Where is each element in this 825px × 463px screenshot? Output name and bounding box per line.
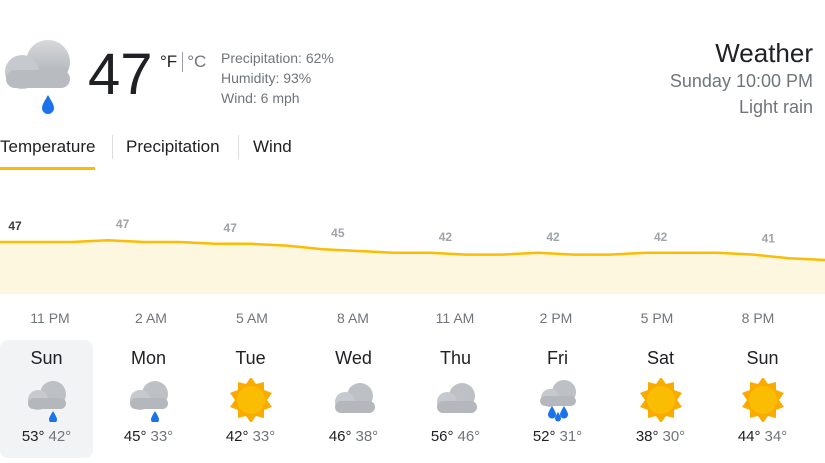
time-tick-label: 5 AM [236, 310, 268, 326]
current-datetime: Sunday 10:00 PM [669, 71, 813, 91]
day-name: Wed [335, 348, 372, 368]
tab-divider [238, 135, 239, 159]
day-high: 52° [532, 428, 556, 445]
cloud-icon [330, 378, 378, 422]
day-card[interactable]: Sun 53° 42° [0, 340, 93, 458]
rain-cloud-icon [0, 38, 74, 114]
precipitation-detail: Precipitation: 62% [221, 50, 334, 66]
day-temps: 38° 30° [614, 428, 707, 446]
sun-icon [227, 377, 275, 423]
time-axis: 11 PM 2 AM 5 AM 8 AM 11 AM 2 PM 5 PM 8 PM [0, 310, 825, 330]
unit-toggle: °F °C [160, 52, 206, 72]
wind-detail: Wind: 6 mph [221, 90, 300, 106]
day-card[interactable]: Tue 42° 33° [204, 340, 297, 458]
chart-data-label: 42 [439, 230, 453, 244]
tab-divider [112, 135, 113, 159]
day-high: 44° [737, 428, 761, 445]
day-high: 42° [225, 428, 249, 445]
day-high: 45° [123, 428, 147, 445]
day-temps: 42° 33° [204, 428, 297, 446]
day-card[interactable]: Wed 46° 38° [307, 340, 400, 458]
chart-data-label: 47 [116, 217, 130, 231]
tab-precipitation[interactable]: Precipitation [126, 133, 220, 167]
day-low: 30° [662, 428, 686, 445]
day-low: 33° [252, 428, 276, 445]
time-tick-label: 11 AM [435, 310, 475, 326]
day-temps: 53° 42° [0, 428, 93, 446]
day-temps: 56° 46° [409, 428, 502, 446]
day-name: Thu [439, 348, 472, 368]
day-high: 56° [430, 428, 454, 445]
day-low: 31° [559, 428, 583, 445]
time-tick-label: 8 AM [337, 310, 369, 326]
time-tick-label: 2 AM [135, 310, 167, 326]
chart-data-label: 47 [224, 221, 238, 235]
temperature-chart: 47 47 47 45 42 42 42 41 [0, 217, 825, 294]
tab-wind[interactable]: Wind [253, 133, 292, 167]
day-low: 38° [355, 428, 379, 445]
day-card[interactable]: Thu 56° 46° [409, 340, 502, 458]
day-card[interactable]: Mon 45° 33° [102, 340, 195, 458]
chart-data-label: 45 [331, 226, 345, 240]
day-name: Fri [547, 348, 568, 368]
time-tick-label: 5 PM [640, 310, 674, 326]
current-temperature: 47 [88, 42, 153, 107]
current-details: Precipitation: 62% Humidity: 93% Wind: 6… [221, 48, 334, 108]
day-high: 53° [21, 428, 45, 445]
chart-area [0, 240, 825, 294]
chart-data-label: 47 [8, 219, 22, 233]
day-low: 46° [457, 428, 481, 445]
day-low: 42° [48, 428, 72, 445]
time-tick-label: 8 PM [741, 310, 775, 326]
sun-icon [739, 377, 787, 423]
day-name: Tue [235, 348, 266, 368]
fahrenheit-toggle[interactable]: °F [160, 52, 184, 72]
weather-header: Weather Sunday 10:00 PM Light rain [670, 38, 813, 120]
day-temps: 44° 34° [716, 428, 809, 446]
day-high: 46° [328, 428, 352, 445]
time-tick-label: 2 PM [539, 310, 573, 326]
day-name: Mon [130, 348, 166, 368]
chart-data-label: 42 [654, 230, 668, 244]
chart-data-label: 42 [546, 230, 560, 244]
heavy-rain-cloud-icon [534, 378, 582, 422]
weather-title: Weather [715, 38, 813, 68]
celsius-toggle[interactable]: °C [183, 52, 206, 72]
sun-icon [637, 377, 685, 423]
current-conditions: 47 °F °C Precipitation: 62% Humidity: 93%… [0, 38, 420, 118]
day-card[interactable]: Fri 52° 31° [511, 340, 604, 458]
day-name: Sun [30, 348, 63, 368]
day-temps: 46° 38° [307, 428, 400, 446]
tab-temperature[interactable]: Temperature [0, 133, 96, 170]
day-low: 33° [150, 428, 174, 445]
day-temps: 45° 33° [102, 428, 195, 446]
day-high: 38° [635, 428, 659, 445]
day-card[interactable]: Sun 44° 34° [716, 340, 809, 458]
rain-cloud-icon [23, 378, 71, 424]
day-name: Sat [646, 348, 675, 368]
daily-forecast: Sun 53° 42° Mon 45° 33° Tue 42° 33° Wed 46°… [0, 340, 825, 458]
rain-cloud-icon [125, 378, 173, 424]
time-tick-label: 11 PM [30, 310, 70, 326]
day-card[interactable]: Sat 38° 30° [614, 340, 707, 458]
day-name: Sun [746, 348, 779, 368]
cloud-icon [432, 378, 480, 422]
day-temps: 52° 31° [511, 428, 604, 446]
humidity-detail: Humidity: 93% [221, 70, 312, 86]
current-condition: Light rain [738, 97, 813, 117]
day-low: 34° [764, 428, 788, 445]
chart-data-label: 41 [762, 232, 776, 246]
